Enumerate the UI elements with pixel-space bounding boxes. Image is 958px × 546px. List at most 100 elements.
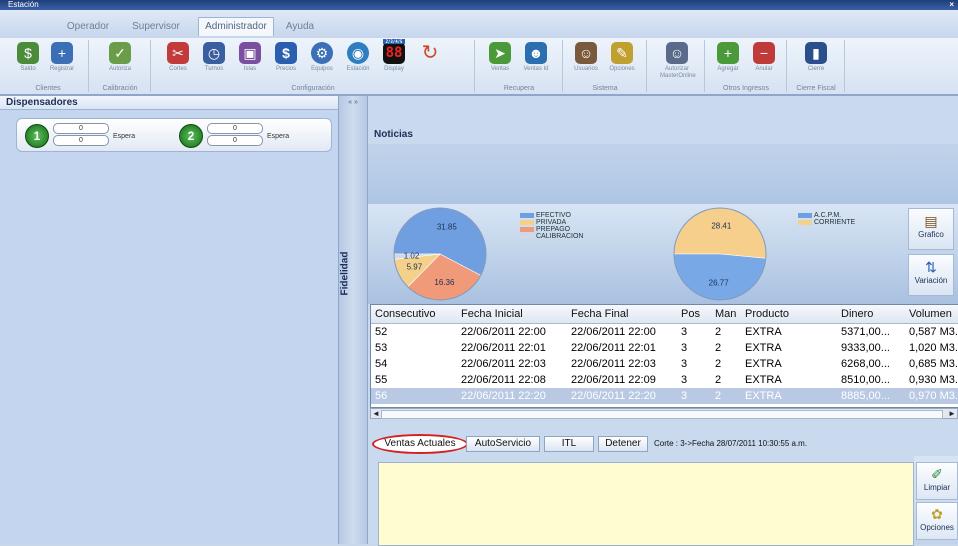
add-item-icon: + bbox=[717, 42, 739, 64]
menu-tab-ayuda[interactable]: Ayuda bbox=[280, 18, 320, 36]
opciones-button[interactable]: ✎ Opciones bbox=[606, 42, 638, 80]
dispensadores-title: Dispensadores bbox=[0, 96, 338, 110]
tab-itl[interactable]: ITL bbox=[544, 436, 594, 452]
autorizar-masteronline-button[interactable]: ☺ Autorizar MasterOnline bbox=[660, 42, 696, 80]
table-cell: EXTRA bbox=[745, 342, 782, 354]
corte-status: Corte : 3->Fecha 28/07/2011 10:30:55 a.m… bbox=[654, 439, 808, 448]
fidelidad-tab[interactable]: Fidelidad bbox=[339, 246, 365, 306]
agregar-button[interactable]: + Agregar bbox=[712, 42, 744, 80]
ribbon-group-masteronline: ☺ Autorizar MasterOnline bbox=[648, 40, 705, 92]
column-header[interactable]: Man bbox=[711, 305, 741, 324]
column-header[interactable]: Pos bbox=[677, 305, 711, 324]
side-splitter: « » Fidelidad bbox=[339, 96, 368, 544]
dispenser-1-value-bottom: 0 bbox=[53, 135, 109, 146]
tab-ventas-actuales[interactable]: Ventas Actuales bbox=[372, 434, 468, 454]
refresh-icon: ↻ bbox=[421, 42, 439, 64]
table-cell: 22/06/2011 22:01 bbox=[461, 342, 546, 354]
estacion-button[interactable]: ◉ Estación bbox=[342, 42, 374, 80]
ventas-button[interactable]: ➤ Ventas bbox=[484, 42, 516, 80]
column-header[interactable]: Fecha Inicial bbox=[457, 305, 567, 324]
notes-panel[interactable] bbox=[378, 462, 914, 546]
table-cell: EXTRA bbox=[745, 326, 782, 338]
pie-slice-label: 26.77 bbox=[709, 278, 730, 287]
table-row[interactable]: 56 22/06/2011 22:20 22/06/2011 22:20 3 2 EXTR… bbox=[371, 388, 958, 404]
pie-slice-label: 16.36 bbox=[434, 278, 455, 287]
tab-autoservicio[interactable]: AutoServicio bbox=[466, 436, 540, 452]
table-cell: 22/06/2011 22:20 bbox=[457, 388, 567, 404]
table-cell: 2 bbox=[715, 358, 722, 370]
news-area bbox=[368, 144, 958, 204]
display-button[interactable]: 88 2/3/4/5 Display bbox=[378, 39, 410, 80]
variacion-button[interactable]: ⇅ Variación bbox=[908, 254, 954, 296]
table-cell: 53 bbox=[375, 342, 388, 354]
precios-button[interactable]: $ Precios bbox=[270, 42, 302, 80]
horizontal-scrollbar[interactable]: ◄ ► bbox=[370, 408, 958, 419]
people-add-icon: + bbox=[51, 42, 73, 64]
pie-slice-label: 5.97 bbox=[407, 263, 423, 272]
table-cell: 0,930 M3.. bbox=[909, 374, 958, 386]
group-label-clientes: Clientes bbox=[35, 85, 61, 92]
islas-button[interactable]: ▣ Islas bbox=[234, 42, 266, 80]
table-row[interactable]: 54 22/06/2011 22:03 22/06/2011 22:03 3 2 EXTR… bbox=[371, 356, 958, 372]
column-header[interactable]: Producto bbox=[741, 305, 837, 324]
noticias-title: Noticias bbox=[374, 129, 413, 140]
equipos-button[interactable]: ⚙ Equipos bbox=[306, 42, 338, 80]
registrar-button[interactable]: + Registrar bbox=[46, 42, 78, 80]
close-icon[interactable]: × bbox=[949, 0, 954, 10]
dispenser-2-button[interactable]: 2 bbox=[179, 124, 203, 148]
turnos-button[interactable]: ◷ Turnos bbox=[198, 42, 230, 80]
column-header[interactable]: Consecutivo bbox=[371, 305, 457, 324]
dispenser-2-value-bottom: 0 bbox=[207, 135, 263, 146]
table-row[interactable]: 53 22/06/2011 22:01 22/06/2011 22:01 3 2 EXTR… bbox=[371, 340, 958, 356]
cancel-item-icon: − bbox=[753, 42, 775, 64]
legend-label: PRIVADA bbox=[536, 219, 567, 226]
menu-tab-administrador[interactable]: Administrador bbox=[198, 17, 274, 36]
table-cell: EXTRA bbox=[741, 388, 837, 404]
broom-icon: ✐ bbox=[931, 466, 943, 482]
options-icon: ✿ bbox=[931, 506, 943, 522]
table-cell: 56 bbox=[371, 388, 457, 404]
limpiar-button[interactable]: ✐ Limpiar bbox=[916, 462, 958, 500]
group-label-recupera: Recupera bbox=[503, 85, 535, 92]
scroll-left-icon[interactable]: ◄ bbox=[371, 409, 381, 418]
globe-icon: ◉ bbox=[347, 42, 369, 64]
autoriza-button[interactable]: ✓ Autoriza bbox=[104, 42, 136, 80]
menu-tab-operador[interactable]: Operador bbox=[58, 18, 118, 36]
legend-swatch bbox=[520, 226, 534, 232]
column-header[interactable]: Fecha Final bbox=[567, 305, 677, 324]
pie-slice-label: 28.41 bbox=[711, 222, 732, 231]
ventas-id-button[interactable]: ☻ Ventas Id bbox=[520, 42, 552, 80]
legend-swatch bbox=[798, 219, 812, 225]
people-icon: ☻ bbox=[525, 42, 547, 64]
dollar-icon: $ bbox=[275, 42, 297, 64]
ribbon-toolbar: $ Saldo + Registrar Clientes ✓ Autoriza … bbox=[0, 38, 958, 96]
grafico-button[interactable]: ▤ Grafico bbox=[908, 208, 954, 250]
legend-item: EFECTIVO bbox=[520, 212, 571, 219]
cortes-button[interactable]: ✂ Cortes bbox=[162, 42, 194, 80]
scroll-thumb[interactable] bbox=[381, 410, 943, 419]
menu-tab-supervisor[interactable]: Supervisor bbox=[124, 18, 188, 36]
usuarios-button[interactable]: ☺ Usuarios bbox=[570, 42, 602, 80]
dispenser-1-button[interactable]: 1 bbox=[25, 124, 49, 148]
column-header[interactable]: Dinero bbox=[837, 305, 905, 324]
dispenser-strip: 1 0 0 Espera 2 0 0 Espera bbox=[16, 118, 332, 152]
title-bar: Estación × bbox=[0, 0, 958, 10]
refresh-button[interactable]: ↻ bbox=[414, 42, 446, 80]
table-row[interactable]: 55 22/06/2011 22:08 22/06/2011 22:09 3 2 EXTR… bbox=[371, 372, 958, 388]
opciones-tool-button[interactable]: ✿ Opciones bbox=[916, 502, 958, 540]
legend-swatch bbox=[520, 233, 534, 239]
fish-icon: ➤ bbox=[489, 42, 511, 64]
tab-detener[interactable]: Detener bbox=[598, 436, 648, 452]
sales-grid[interactable]: Consecutivo Fecha Inicial Fecha Final Pos Ma… bbox=[370, 304, 958, 408]
pie-slice bbox=[673, 253, 767, 301]
anular-button[interactable]: − Anular bbox=[748, 42, 780, 80]
window-title: Estación bbox=[8, 0, 39, 9]
scroll-right-icon[interactable]: ► bbox=[947, 409, 957, 418]
ribbon-group-otros-ingresos: + Agregar − Anular Otros Ingresos bbox=[706, 40, 787, 92]
table-row[interactable]: 52 22/06/2011 22:00 22/06/2011 22:00 3 2 EXTR… bbox=[371, 324, 958, 341]
table-cell: 9333,00... bbox=[841, 342, 890, 354]
saldo-button[interactable]: $ Saldo bbox=[12, 42, 44, 80]
collapse-toggle[interactable]: « » bbox=[339, 96, 367, 110]
column-header[interactable]: Volumen bbox=[905, 305, 958, 324]
cierre-button[interactable]: ▮ Cierre bbox=[800, 42, 832, 80]
